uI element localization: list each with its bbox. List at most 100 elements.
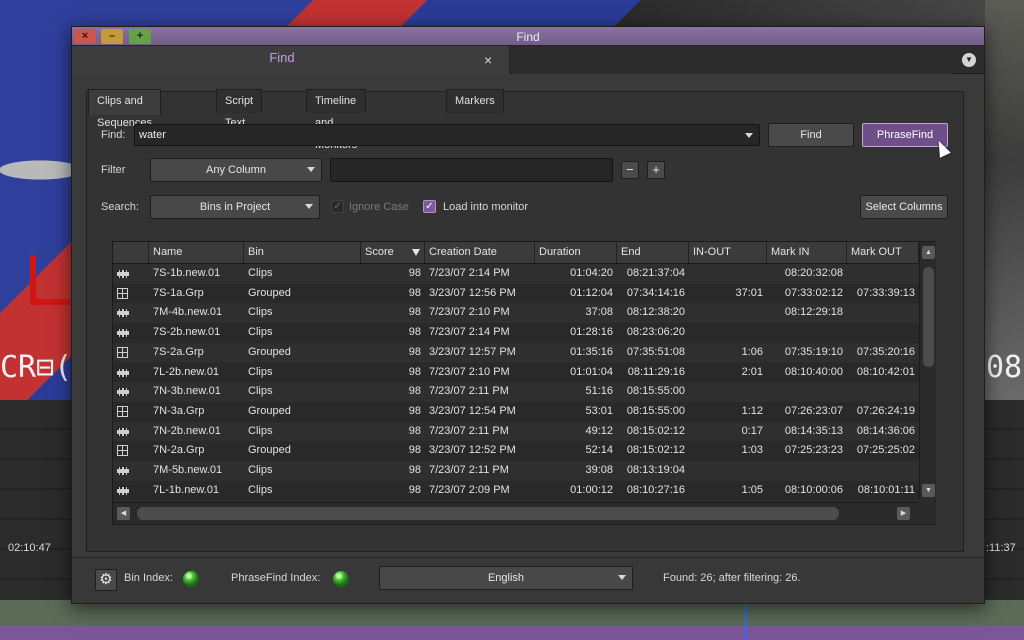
table-row[interactable]: 7N-2b.new.01 Clips 98 7/23/07 2:11 PM 49:12 0…	[113, 421, 919, 442]
clip-icon	[117, 309, 129, 318]
cell-score: 98	[408, 444, 421, 457]
scroll-up-icon[interactable]: ▲	[922, 246, 935, 259]
col-header-mark-in[interactable]: Mark IN	[767, 242, 847, 263]
sort-descending-icon	[412, 249, 420, 256]
table-row[interactable]: 7S-2a.Grp Grouped 98 3/23/07 12:57 PM 01:35:…	[113, 342, 919, 363]
cell-icon	[113, 461, 149, 481]
table-row[interactable]: 7S-2b.new.01 Clips 98 7/23/07 2:14 PM 01:28:…	[113, 323, 919, 343]
language-select[interactable]: English	[379, 566, 633, 590]
group-icon	[117, 287, 128, 299]
find-input[interactable]: water	[134, 124, 760, 146]
filter-input[interactable]	[330, 158, 613, 182]
record-monitor-video	[985, 0, 1024, 400]
search-scope-select[interactable]: Bins in Project	[150, 195, 320, 219]
table-row[interactable]: 7S-1a.Grp Grouped 98 3/23/07 12:56 PM 01:12:…	[113, 283, 919, 304]
results-count: Found: 26; after filtering: 26.	[663, 572, 801, 584]
playhead[interactable]	[745, 600, 747, 640]
scroll-right-icon[interactable]: ▶	[897, 507, 910, 520]
cell-mark-out	[847, 382, 919, 402]
col-header-bin[interactable]: Bin	[244, 242, 361, 263]
cell-mark-out	[847, 323, 919, 343]
scroll-down-icon[interactable]: ▼	[922, 484, 935, 497]
cell-end: 08:23:06:20	[626, 326, 685, 339]
language-value: English	[487, 572, 525, 584]
chevron-down-icon	[618, 575, 626, 580]
col-header-in-out[interactable]: IN-OUT	[689, 242, 767, 263]
table-row[interactable]: 7N-3a.Grp Grouped 98 3/23/07 12:54 PM 53:01 0…	[113, 401, 919, 422]
add-filter-button[interactable]: +	[647, 161, 665, 179]
remove-filter-button[interactable]: −	[621, 161, 639, 179]
table-row[interactable]: 7N-3b.new.01 Clips 98 7/23/07 2:11 PM 51:16 0…	[113, 382, 919, 402]
tab-script-text[interactable]: Script Text	[216, 89, 263, 129]
cell-duration: 52:14	[585, 444, 613, 457]
horizontal-scroll-thumb[interactable]	[137, 507, 839, 520]
col-header-mark-out[interactable]: Mark OUT	[847, 242, 919, 263]
settings-gear-icon[interactable]: ⚙	[95, 569, 117, 591]
cell-name: 7S-1a.Grp	[153, 286, 204, 299]
find-input-value: water	[139, 129, 166, 141]
filter-column-value: Any Column	[206, 164, 266, 176]
cell-duration: 53:01	[585, 404, 613, 417]
panel-menu-icon[interactable]: ▼	[962, 53, 976, 67]
cell-mark-in: 08:14:35:13	[784, 424, 843, 437]
tab-close-icon[interactable]: ×	[484, 52, 492, 68]
vertical-scroll-thumb[interactable]	[923, 267, 934, 367]
tab-timeline-and-monitors[interactable]: Timeline and Monitors	[306, 89, 367, 151]
cell-bin: Clips	[248, 306, 273, 319]
horizontal-scrollbar[interactable]: ◀ ▶	[113, 502, 919, 524]
col-header-score[interactable]: Score	[361, 242, 425, 263]
search-label: Search:	[101, 201, 139, 213]
tab-clips-and-sequences[interactable]: Clips and Sequences	[88, 89, 162, 129]
cell-name: 7N-3a.Grp	[153, 404, 205, 417]
table-row[interactable]: 7M-4b.new.01 Clips 98 7/23/07 2:10 PM 37:08 0…	[113, 303, 919, 324]
col-header-creation-date[interactable]: Creation Date	[425, 242, 535, 263]
clip-icon	[117, 270, 129, 278]
title-bar[interactable]: × – + Find	[72, 27, 984, 46]
find-label: Find:	[101, 129, 126, 141]
cell-mark-in: 07:25:23:23	[784, 444, 843, 457]
find-history-chevron-down-icon[interactable]	[745, 133, 753, 138]
cell-mark-in: 07:26:23:07	[784, 404, 843, 417]
search-scope-value: Bins in Project	[199, 201, 271, 213]
cell-bin: Grouped	[248, 286, 291, 299]
scroll-corner	[919, 502, 936, 524]
ignore-case-checkbox[interactable]: ✓	[331, 200, 344, 213]
filter-column-select[interactable]: Any Column	[150, 158, 322, 182]
cell-name: 7L-2b.new.01	[153, 365, 220, 378]
table-row[interactable]: 7L-1b.new.01 Clips 98 7/23/07 2:09 PM 01:00:…	[113, 480, 919, 500]
timeline-track-purple[interactable]	[0, 626, 1024, 640]
cell-mark-out: 07:25:25:02	[856, 444, 915, 457]
cell-mark-in	[767, 323, 847, 343]
cell-in-out	[689, 323, 767, 343]
chevron-down-icon	[307, 167, 315, 172]
cell-in-out: 1:12	[741, 404, 763, 417]
tab-find[interactable]: Find ×	[72, 46, 510, 74]
select-columns-button[interactable]: Select Columns	[860, 195, 948, 219]
cell-in-out: 2:01	[741, 365, 763, 378]
group-icon	[117, 405, 128, 417]
cell-duration: 37:08	[585, 306, 613, 319]
cell-duration: 01:28:16	[570, 326, 613, 339]
col-header-icon[interactable]	[113, 242, 149, 263]
col-header-end[interactable]: End	[617, 242, 689, 263]
cell-score: 98	[408, 267, 421, 279]
cell-icon	[113, 481, 149, 500]
col-header-duration[interactable]: Duration	[535, 242, 617, 263]
table-row[interactable]: 7S-1b.new.01 Clips 98 7/23/07 2:14 PM 01:04:…	[113, 264, 919, 284]
cell-creation-date: 7/23/07 2:14 PM	[429, 267, 510, 279]
vertical-scrollbar[interactable]: ▲ ▼	[919, 242, 936, 500]
load-into-monitor-checkbox[interactable]: ✓	[423, 200, 436, 213]
cell-mark-out: 07:26:24:19	[856, 404, 915, 417]
cell-mark-out: 08:10:42:01	[856, 365, 915, 378]
cell-mark-out	[847, 461, 919, 481]
scroll-left-icon[interactable]: ◀	[117, 507, 130, 520]
cell-creation-date: 7/23/07 2:11 PM	[429, 464, 509, 476]
col-header-name[interactable]: Name	[149, 242, 244, 263]
tab-markers[interactable]: Markers	[446, 89, 504, 113]
table-row[interactable]: 7M-5b.new.01 Clips 98 7/23/07 2:11 PM 39:08 0…	[113, 461, 919, 481]
find-button[interactable]: Find	[768, 123, 854, 147]
cell-in-out	[689, 264, 767, 284]
table-row[interactable]: 7N-2a.Grp Grouped 98 3/23/07 12:52 PM 52:14 0…	[113, 441, 919, 461]
table-row[interactable]: 7L-2b.new.01 Clips 98 7/23/07 2:10 PM 01:01:…	[113, 362, 919, 383]
cell-bin: Clips	[248, 464, 273, 476]
